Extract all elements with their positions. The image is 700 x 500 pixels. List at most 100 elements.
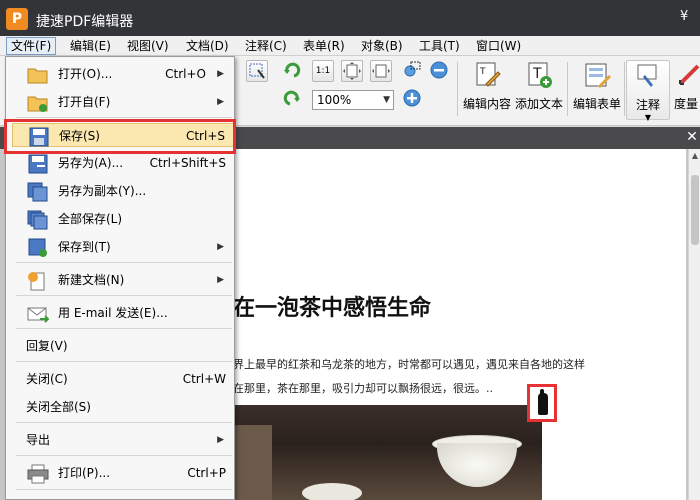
menu-separator [16,328,232,329]
menu-separator [16,117,232,118]
edit-form-icon [585,63,611,88]
menu-item-save-copy[interactable]: 另存为副本(Y)... [12,179,234,203]
menu-item-shortcut: Ctrl+W [182,372,226,386]
select-text-button[interactable] [246,60,268,82]
submenu-arrow-icon: ▶ [217,69,224,79]
menu-tools[interactable]: 工具(T) [415,37,464,55]
rotate-clockwise-button[interactable] [282,60,304,82]
save-as-icon [28,154,48,174]
menu-file[interactable]: 文件(F) [6,37,57,55]
photo-bowl [437,443,517,487]
measure-icon [678,64,700,86]
actual-size-button[interactable]: 1:1 [312,60,334,82]
edit-content-button[interactable]: T 编辑内容 [460,60,514,120]
article-line-2: 在那里，茶在那里，吸引力却可以飘扬很远，很远。.. [233,382,493,395]
save-copy-icon [27,182,48,202]
menu-item-label: 关闭(C) [26,372,68,386]
menu-item-label: 打开(O)... [58,67,113,81]
chevron-down-icon: ▼ [383,95,390,105]
menu-item-save-to[interactable]: 保存到(T) ▶ [12,235,234,259]
zoom-out-button[interactable] [429,60,451,82]
chevron-down-icon: ▼ [644,113,652,122]
menu-item-shortcut: Ctrl+O [165,67,206,81]
marquee-zoom-icon [404,61,421,77]
zoom-in-icon [403,89,421,107]
zoom-out-icon [430,61,448,79]
open-folder-icon [27,68,48,84]
add-text-button[interactable]: T 添加文本 [512,60,566,120]
menu-annotation[interactable]: 注释(C) [241,37,291,55]
title-bar: P 捷速PDF编辑器 ¥ [0,0,700,36]
menu-object[interactable]: 对象(B) [357,37,407,55]
menu-item-shortcut: Ctrl+Shift+S [149,156,226,170]
menu-item-shortcut: Ctrl+P [187,466,226,480]
zoom-select[interactable]: 100% ▼ [312,90,394,110]
menu-item-label: 打开自(F) [58,95,111,109]
edit-form-button[interactable]: 编辑表单 [570,60,624,120]
menu-item-label: 另存为副本(Y)... [58,184,147,198]
menu-bar: 文件(F) 编辑(E) 视图(V) 文档(D) 注释(C) 表单(R) 对象(B… [0,36,700,56]
text-cursor-callout [527,384,557,422]
submenu-arrow-icon: ▶ [217,97,224,107]
menu-item-print[interactable]: 打印(P)... Ctrl+P [12,461,234,485]
menu-item-close[interactable]: 关闭(C) Ctrl+W [12,367,234,391]
menu-item-export[interactable]: 导出 ▶ [12,428,234,452]
menu-item-close-all[interactable]: 关闭全部(S) [12,395,234,419]
menu-item-open-from[interactable]: 打开自(F) ▶ [12,90,234,114]
scroll-up-icon[interactable]: ▲ [690,151,700,161]
svg-text:T: T [532,66,542,82]
menu-separator [16,361,232,362]
zoom-in-button[interactable] [402,88,424,110]
save-to-icon [28,238,47,257]
title-bar-button[interactable]: ¥ [680,9,688,24]
menu-document[interactable]: 文档(D) [182,37,233,55]
annotation-icon [637,64,657,87]
menu-form[interactable]: 表单(R) [299,37,349,55]
vertical-scrollbar[interactable]: ▲ [688,149,700,500]
menu-view[interactable]: 视图(V) [123,37,173,55]
hand-cursor-icon [538,389,548,415]
rotate-counter-button[interactable] [282,88,304,110]
menu-window[interactable]: 窗口(W) [472,37,525,55]
add-text-label: 添加文本 [514,97,563,111]
save-all-icon [27,210,48,230]
menu-separator [16,295,232,296]
fit-page-button[interactable] [341,60,363,82]
measure-button[interactable]: 度量 [674,60,700,120]
fit-width-button[interactable] [370,60,392,82]
annotation-button[interactable]: 注释 ▼ [626,60,670,122]
menu-item-label: 保存到(T) [58,240,111,254]
menu-item-label: 回复(V) [26,339,68,353]
menu-item-save-all[interactable]: 全部保存(L) [12,207,234,231]
menu-item-revert[interactable]: 回复(V) [12,334,234,358]
menu-item-label: 新建文档(N) [58,273,125,287]
toolbar-divider [457,62,458,116]
menu-item-label: 另存为(A)... [58,156,124,170]
close-icon[interactable]: ✕ [684,129,700,145]
marquee-zoom-button[interactable] [402,60,424,82]
svg-text:T: T [479,67,486,77]
scroll-thumb[interactable] [691,175,699,245]
menu-separator [16,262,232,263]
menu-item-new-document[interactable]: 新建文档(N) ▶ [12,268,234,292]
save-callout-outline [4,119,236,154]
edit-content-label: 编辑内容 [462,97,511,111]
menu-item-save-as[interactable]: 另存为(A)... Ctrl+Shift+S [12,151,234,175]
fit-width-icon [372,64,390,78]
submenu-arrow-icon: ▶ [217,242,224,252]
app-logo: P [6,8,28,30]
menu-item-label: 用 E-mail 发送(E)... [58,306,168,320]
new-document-icon [28,272,45,291]
menu-item-email[interactable]: 用 E-mail 发送(E)... [12,301,234,325]
edit-form-label: 编辑表单 [572,97,621,111]
article-title: 在一泡茶中感悟生命 [233,296,432,321]
menu-separator [16,489,232,490]
menu-item-open[interactable]: 打开(O)... Ctrl+O ▶ [12,62,234,86]
menu-edit[interactable]: 编辑(E) [66,37,115,55]
toolbar-divider [567,62,568,116]
annotation-label: 注释 [635,98,660,112]
email-icon [27,307,49,323]
menu-item-label: 导出 [26,433,51,447]
photo-bowl [302,483,362,500]
submenu-arrow-icon: ▶ [217,275,224,285]
